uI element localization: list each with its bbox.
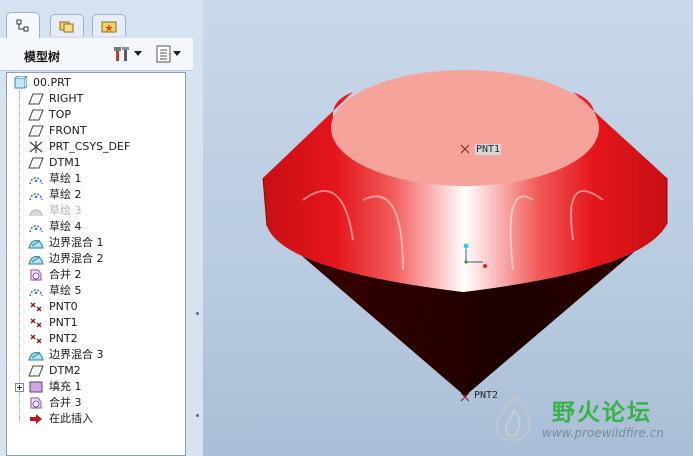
model-tree-icon: [16, 19, 29, 31]
settings-tools-icon: [114, 47, 129, 61]
tree-item-top[interactable]: TOP: [27, 107, 185, 123]
merge-icon: [27, 396, 45, 410]
tree-item-label: 合并 3: [49, 396, 82, 409]
tree-item-pnt1[interactable]: PNT1: [27, 315, 185, 331]
model-tree-tab[interactable]: [6, 12, 40, 38]
splitter-grip: [196, 312, 199, 315]
favorites-tab[interactable]: [92, 14, 126, 36]
tree-item-label: FRONT: [49, 124, 87, 137]
tree-item-part[interactable]: 00.PRT: [11, 75, 185, 91]
tree-item-label: PRT_CSYS_DEF: [49, 140, 131, 153]
datum-plane-icon: [27, 156, 45, 170]
sketch-icon: [27, 284, 45, 298]
tree-item-fill-1[interactable]: 填充 1: [13, 379, 185, 395]
datum-plane-icon: [27, 124, 45, 138]
tree-item-label: DTM1: [49, 156, 81, 169]
model-tree-title: 模型树: [24, 50, 61, 64]
flame-logo-icon: [495, 394, 531, 442]
tree-item-sketch-5[interactable]: 草绘 5: [27, 283, 185, 299]
tree-item-label: 草绘 2: [49, 188, 82, 201]
tree-item-pnt2[interactable]: PNT2: [27, 331, 185, 347]
tree-item-label: PNT2: [49, 332, 78, 345]
tree-item-label: PNT1: [49, 316, 78, 329]
tree-item-front[interactable]: FRONT: [27, 123, 185, 139]
sketch-icon: [27, 172, 45, 186]
expand-plus-icon[interactable]: [13, 381, 25, 393]
tree-item-pnt0[interactable]: PNT0: [27, 299, 185, 315]
tree-show-button[interactable]: [155, 45, 181, 63]
tree-item-sketch-4[interactable]: 草绘 4: [27, 219, 185, 235]
sketch-icon: [27, 188, 45, 202]
folder-browser-icon: [59, 21, 74, 32]
tree-item-label: 边界混合 2: [49, 252, 104, 265]
insert-here-arrow-icon: [27, 412, 45, 426]
tree-item-label: 填充 1: [49, 380, 82, 393]
tree-item-label: RIGHT: [49, 92, 84, 105]
tree-item-sketch-1[interactable]: 草绘 1: [27, 171, 185, 187]
splitter-grip: [196, 414, 199, 417]
chevron-down-icon: [173, 51, 181, 56]
datum-point-icon: [27, 316, 45, 330]
navigator-panel: 模型树 00.PRT RIGHT TOP FRONT PRT_CSYS_DEF …: [0, 0, 203, 456]
tree-item-insert-here[interactable]: 在此插入: [27, 411, 185, 427]
tree-item-label: 边界混合 3: [49, 348, 104, 361]
tree-item-label: 草绘 1: [49, 172, 82, 185]
folder-browser-tab[interactable]: [50, 14, 84, 36]
model-tree-header: 模型树: [0, 38, 193, 71]
tree-item-boundary-blend-1[interactable]: 边界混合 1: [27, 235, 185, 251]
tree-item-merge-3[interactable]: 合并 3: [27, 395, 185, 411]
tree-item-label: DTM2: [49, 364, 81, 377]
datum-plane-icon: [27, 364, 45, 378]
datum-plane-icon: [27, 92, 45, 106]
favorites-folder-icon: [101, 21, 117, 32]
tree-item-right[interactable]: RIGHT: [27, 91, 185, 107]
merge-icon: [27, 268, 45, 282]
tree-item-boundary-blend-3[interactable]: 边界混合 3: [27, 347, 185, 363]
csys-icon: [27, 140, 45, 154]
tree-item-label: PNT0: [49, 300, 78, 313]
datum-point-icon: [27, 300, 45, 314]
tree-item-sketch-2[interactable]: 草绘 2: [27, 187, 185, 203]
boundary-blend-icon: [27, 236, 45, 250]
tree-item-dtm2[interactable]: DTM2: [27, 363, 185, 379]
tree-item-boundary-blend-2[interactable]: 边界混合 2: [27, 251, 185, 267]
show-list-icon: [156, 45, 171, 63]
navigator-tabs: [0, 12, 203, 38]
forum-watermark: 野火论坛 www.proewildfire.cn: [482, 388, 688, 452]
datum-plane-icon: [27, 108, 45, 122]
tree-item-csys[interactable]: PRT_CSYS_DEF: [27, 139, 185, 155]
tree-item-label: 在此插入: [49, 412, 93, 425]
datum-point-icon: [27, 332, 45, 346]
watermark-url: www.proewildfire.cn: [542, 426, 664, 440]
tree-item-label: 草绘 4: [49, 220, 82, 233]
top-face: [331, 70, 599, 186]
watermark-title: 野火论坛: [552, 400, 652, 426]
part-icon: [11, 76, 29, 90]
tree-item-label: 合并 2: [49, 268, 82, 281]
tree-settings-button[interactable]: [114, 45, 142, 63]
sketch-icon: [27, 204, 45, 218]
tree-item-merge-2[interactable]: 合并 2: [27, 267, 185, 283]
tree-item-dtm1[interactable]: DTM1: [27, 155, 185, 171]
tree-item-sketch-3[interactable]: 草绘 3: [27, 203, 185, 219]
tree-guide-line: [19, 91, 20, 421]
fill-icon: [27, 380, 45, 394]
tree-item-label: 边界混合 1: [49, 236, 104, 249]
tree-item-label: 00.PRT: [33, 76, 71, 89]
tree-item-label: 草绘 5: [49, 284, 82, 297]
chevron-down-icon: [134, 51, 142, 56]
point-label-pnt1: PNT1: [475, 144, 502, 155]
panel-splitter[interactable]: [193, 38, 203, 456]
tree-item-label: TOP: [49, 108, 72, 121]
model-tree: 00.PRT RIGHT TOP FRONT PRT_CSYS_DEF DTM1…: [6, 72, 186, 456]
boundary-blend-icon: [27, 252, 45, 266]
tree-item-label: 草绘 3: [49, 204, 82, 217]
boundary-blend-icon: [27, 348, 45, 362]
sketch-icon: [27, 220, 45, 234]
